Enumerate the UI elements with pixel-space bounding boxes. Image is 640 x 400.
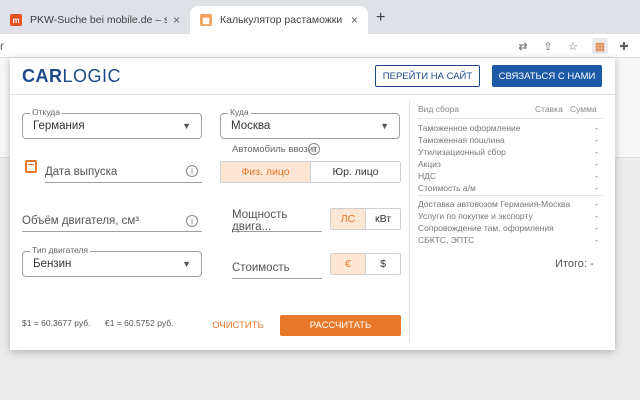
fee-value: - xyxy=(595,235,598,245)
importer-toggle: Физ. лицо Юр. лицо xyxy=(220,161,401,183)
from-select[interactable]: Германия ▼ Откуда xyxy=(22,107,202,139)
usd-option[interactable]: $ xyxy=(365,254,400,274)
engine-type-value: Бензин xyxy=(33,258,72,270)
contact-us-button[interactable]: СВЯЗАТЬСЯ С НАМИ xyxy=(492,65,602,87)
hp-option[interactable]: ЛС xyxy=(331,209,365,229)
to-select[interactable]: Москва ▼ Куда xyxy=(220,107,400,139)
table-divider xyxy=(418,195,603,196)
currency-toggle: € $ xyxy=(330,253,401,275)
star-icon[interactable]: ☆ xyxy=(565,38,581,54)
from-value: Германия xyxy=(33,120,85,132)
power-unit-toggle: ЛС кВт xyxy=(330,208,401,230)
fee-type-header: Вид сбора xyxy=(418,104,460,114)
info-icon[interactable]: i xyxy=(308,143,320,155)
clear-button[interactable]: ОЧИСТИТЬ xyxy=(208,315,268,335)
tab-title: Калькулятор растаможки авт xyxy=(220,14,345,26)
info-icon[interactable]: i xyxy=(186,165,198,177)
kw-option[interactable]: кВт xyxy=(365,209,400,229)
engine-type-label: Тип двигателя xyxy=(30,245,91,255)
engine-volume-input[interactable]: Объём двигателя, см³ xyxy=(22,210,202,232)
company-option[interactable]: Юр. лицо xyxy=(310,162,400,182)
chevron-down-icon: ▼ xyxy=(182,121,191,131)
fee-value: - xyxy=(595,171,598,181)
panel-divider xyxy=(409,100,410,342)
carlogic-logo[interactable]: CARLOGIC xyxy=(22,66,121,87)
fee-name: Акциз xyxy=(418,159,441,169)
table-divider xyxy=(418,118,603,119)
tab-title: PKW-Suche bei mobile.de – sc xyxy=(30,14,167,26)
browser-toolbar: r ⇄ ⇧ ☆ ▦ ✚ xyxy=(0,34,640,58)
url-fragment: r xyxy=(0,39,4,53)
fee-name: СБКТС, ЭПТС xyxy=(418,235,475,245)
fee-name: Утилизационный сбор xyxy=(418,147,506,157)
engine-power-placeholder: Мощность двига... xyxy=(232,209,322,233)
to-value: Москва xyxy=(231,120,271,132)
cost-placeholder: Стоимость xyxy=(232,257,322,279)
share-icon[interactable]: ⇧ xyxy=(540,38,556,54)
fee-value: - xyxy=(595,123,598,133)
rate-header: Ставка xyxy=(535,104,563,114)
individual-option[interactable]: Физ. лицо xyxy=(221,162,310,182)
tab-calculator[interactable]: ▦ Калькулятор растаможки авт × xyxy=(190,6,368,34)
fee-value: - xyxy=(595,223,598,233)
importer-label: Автомобиль ввозит xyxy=(232,144,318,155)
go-to-site-button[interactable]: ПЕРЕЙТИ НА САЙТ xyxy=(375,65,480,87)
calculate-button[interactable]: РАССЧИТАТЬ xyxy=(280,315,401,336)
info-icon[interactable]: i xyxy=(186,215,198,227)
fee-name: Таможенная пошлина xyxy=(418,135,505,145)
engine-power-input[interactable]: Мощность двига... xyxy=(232,209,322,233)
to-label: Куда xyxy=(228,107,251,117)
calc-grid-icon: ▦ xyxy=(200,14,212,26)
chevron-down-icon: ▼ xyxy=(380,121,389,131)
fee-value: - xyxy=(595,159,598,169)
fee-name: НДС xyxy=(418,171,437,181)
total-value: Итого: - xyxy=(555,258,594,270)
chevron-down-icon: ▼ xyxy=(182,259,191,269)
translate-icon[interactable]: ⇄ xyxy=(515,38,531,54)
release-date-input[interactable]: Дата выпуска xyxy=(45,161,202,183)
engine-type-select[interactable]: Бензин ▼ Тип двигателя xyxy=(22,245,202,277)
calendar-icon xyxy=(25,160,37,173)
close-icon[interactable]: × xyxy=(173,13,180,27)
amount-header: Сумма xyxy=(570,104,597,114)
calculator-popup: CARLOGIC ПЕРЕЙТИ НА САЙТ СВЯЗАТЬСЯ С НАМ… xyxy=(10,58,615,350)
tab-mobile-de[interactable]: m PKW-Suche bei mobile.de – sc × xyxy=(0,6,190,34)
fee-name: Стоимость а/м xyxy=(418,183,476,193)
from-label: Откуда xyxy=(30,107,62,117)
cost-input[interactable]: Стоимость xyxy=(232,257,322,279)
engine-volume-placeholder: Объём двигателя, см³ xyxy=(22,210,202,232)
close-icon[interactable]: × xyxy=(351,13,358,27)
usd-rate: $1 = 60.3677 руб. xyxy=(22,318,91,328)
fee-value: - xyxy=(595,135,598,145)
eur-option[interactable]: € xyxy=(331,254,365,274)
release-date-placeholder: Дата выпуска xyxy=(45,161,202,183)
fee-value: - xyxy=(595,147,598,157)
extensions-puzzle-icon[interactable]: ✚ xyxy=(616,38,632,54)
fee-value: - xyxy=(595,211,598,221)
fee-name: Доставка автовозом Германия-Москва xyxy=(418,199,571,209)
fee-name: Услуги по покупке и экспорту xyxy=(418,211,533,221)
new-tab-button[interactable]: + xyxy=(376,9,385,27)
eur-rate: €1 = 60.5752 руб. xyxy=(105,318,174,328)
mobile-de-favicon: m xyxy=(10,14,22,26)
fee-name: Таможенное оформление xyxy=(418,123,521,133)
fee-name: Сопровождение там. оформления xyxy=(418,223,554,233)
header-divider xyxy=(10,94,615,95)
tab-strip: m PKW-Suche bei mobile.de – sc × ▦ Кальк… xyxy=(0,0,640,34)
fee-value: - xyxy=(595,199,598,209)
extension-calculator-icon[interactable]: ▦ xyxy=(592,38,608,54)
fee-value: - xyxy=(595,183,598,193)
